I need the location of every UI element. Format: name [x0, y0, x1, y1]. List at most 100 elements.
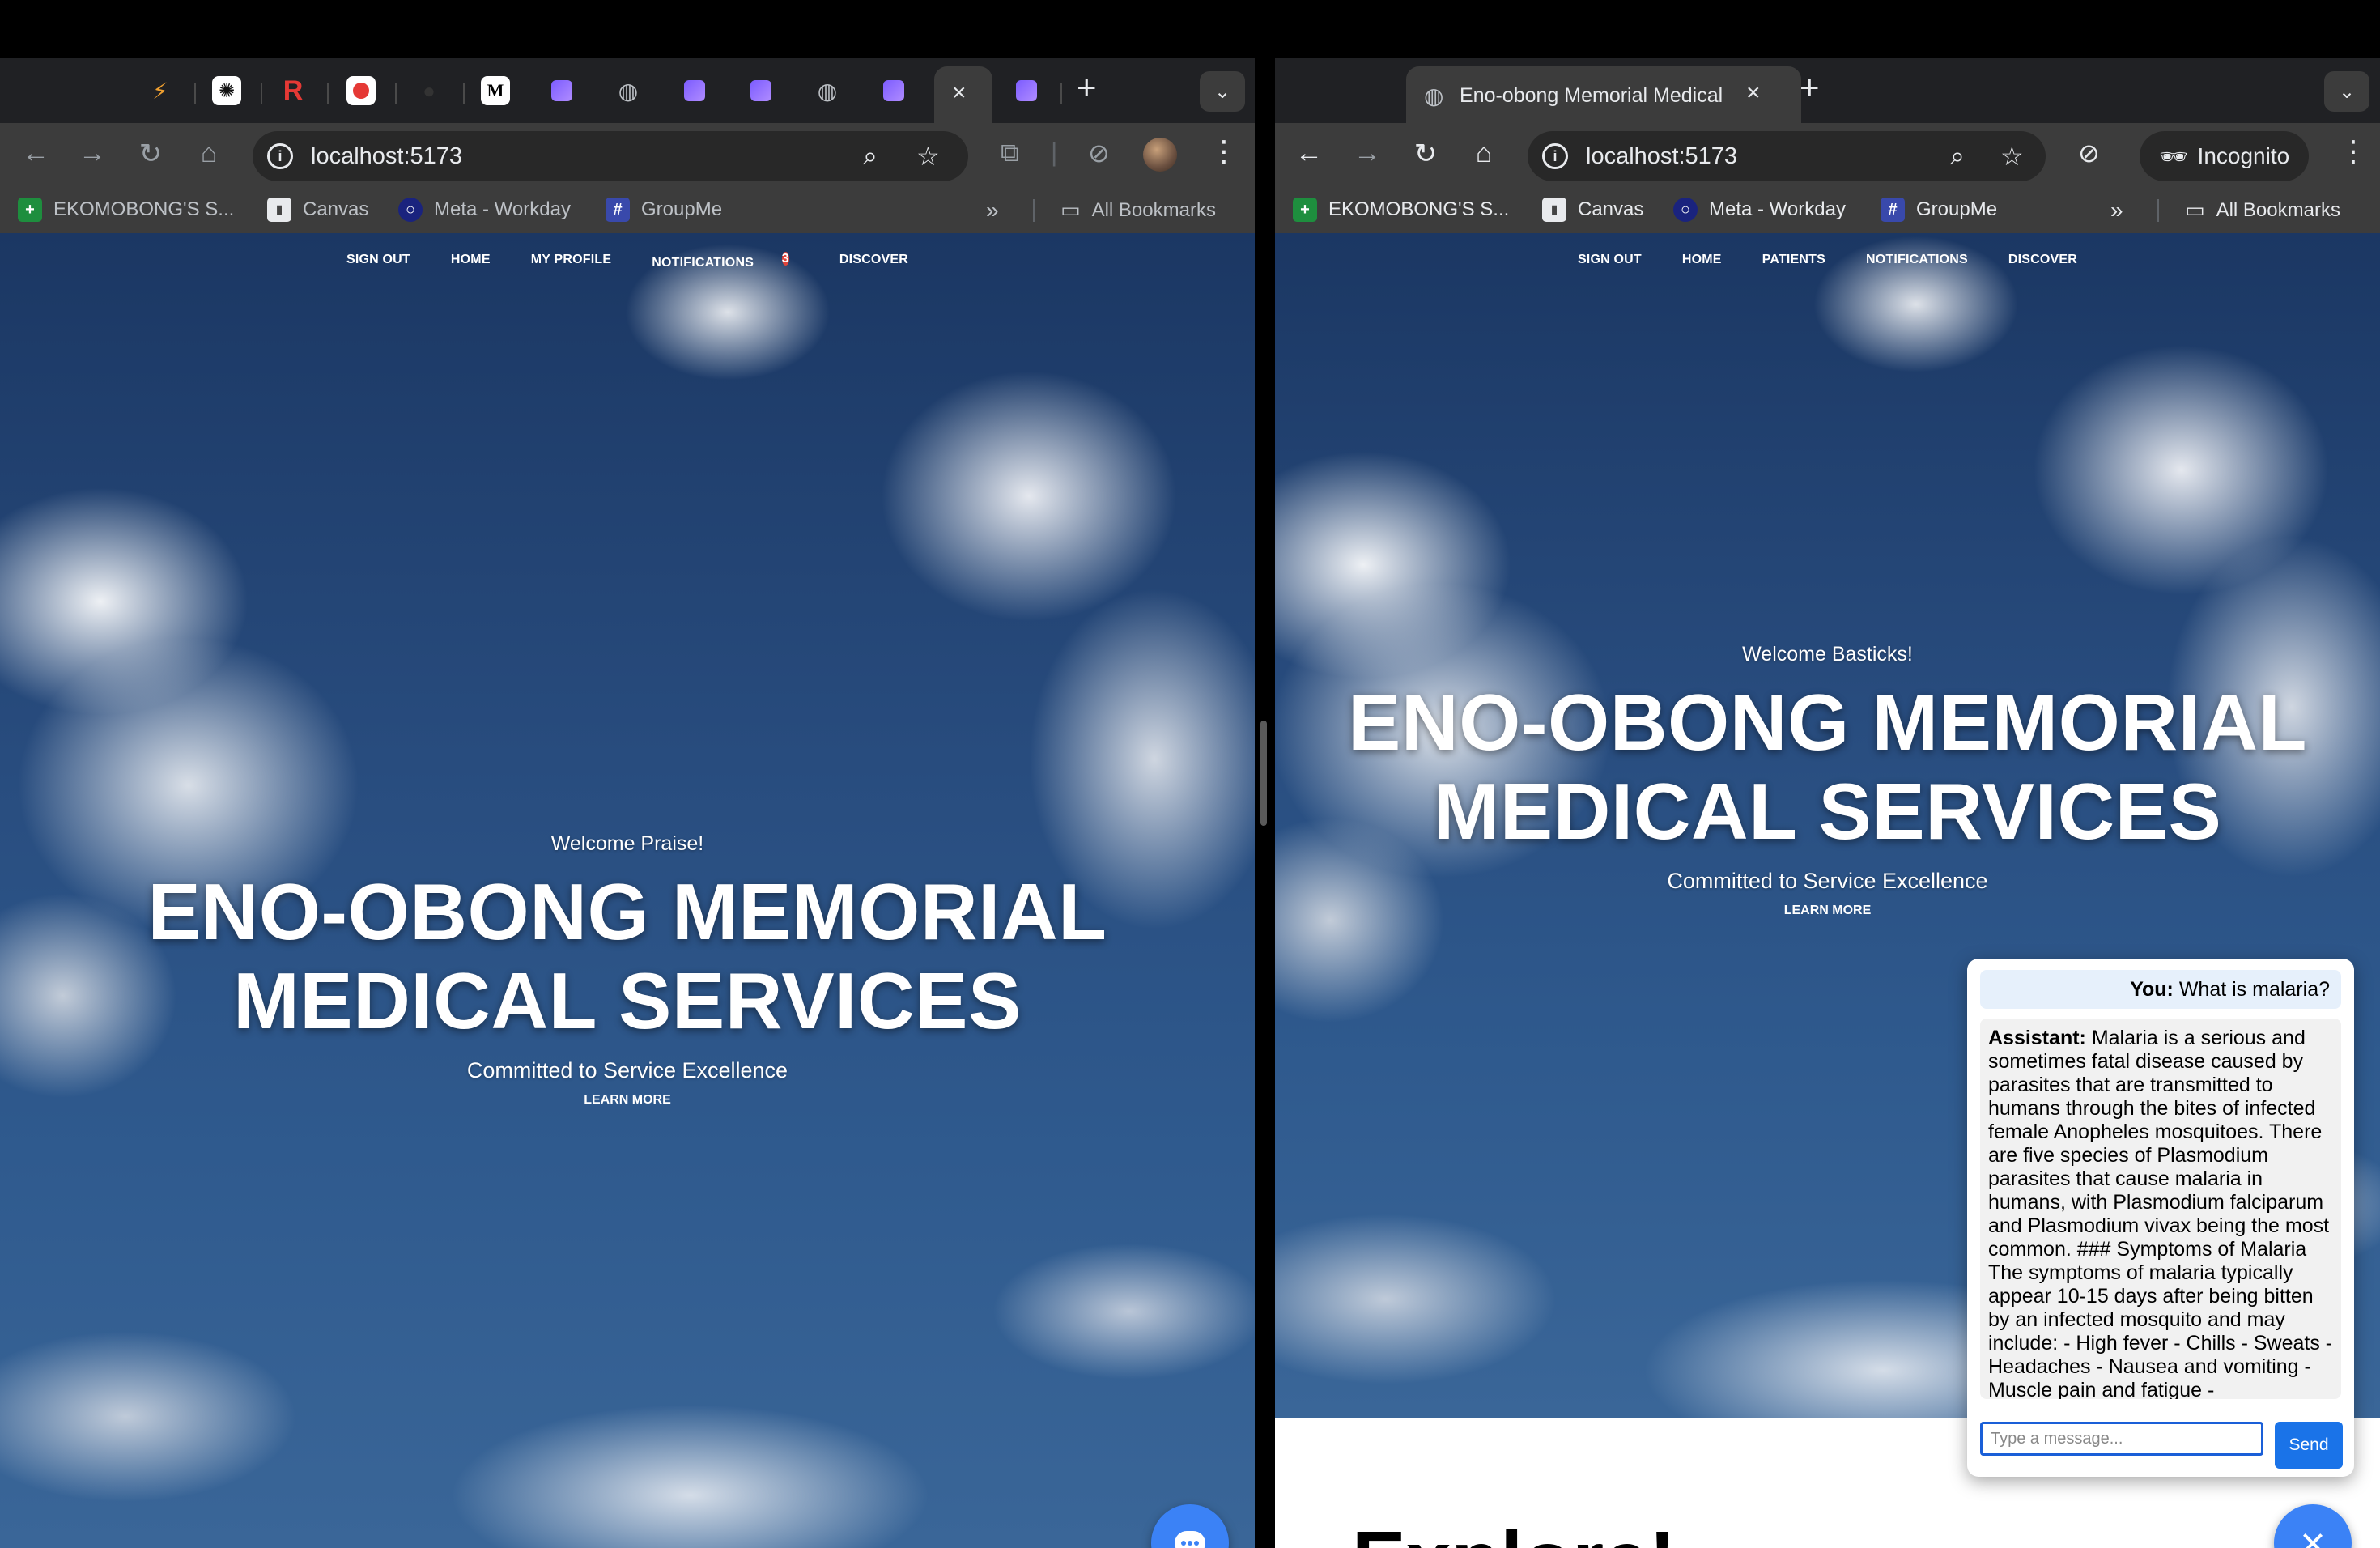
- learn-more-link[interactable]: LEARN MORE: [1275, 904, 2380, 918]
- bookmark-meta-workday[interactable]: ○ Meta - Workday: [398, 198, 571, 222]
- tab-favicon-globe-icon[interactable]: ◍: [813, 76, 842, 105]
- chat-panel: You: What is malaria? Assistant: Malaria…: [1967, 959, 2354, 1477]
- tab-favicon-record-icon[interactable]: [346, 76, 376, 105]
- bookmark-label: GroupMe: [1916, 198, 1998, 220]
- page-viewport: SIGN OUT HOME MY PROFILE NOTIFICATIONS 3…: [0, 233, 1255, 1548]
- close-icon[interactable]: ×: [1746, 79, 1761, 107]
- hero: Welcome Basticks! ENO-OBONG MEMORIAL MED…: [1275, 643, 2380, 918]
- chat-message-user: You: What is malaria?: [1980, 970, 2341, 1009]
- menu-kebab-icon[interactable]: ⋮: [1209, 134, 1239, 168]
- bookmark-star-icon[interactable]: ☆: [2000, 141, 2024, 172]
- bookmark-canvas[interactable]: ▮ Canvas: [267, 198, 368, 222]
- forward-arrow-icon[interactable]: →: [1349, 138, 1385, 169]
- all-bookmarks[interactable]: ▭ All Bookmarks: [2185, 198, 2340, 223]
- tab-favicon-openai-icon[interactable]: ✺: [212, 76, 241, 105]
- chat-message-assistant[interactable]: Assistant: Malaria is a serious and some…: [1980, 1019, 2341, 1399]
- bookmark-ekomobong[interactable]: + EKOMOBONG'S S...: [1293, 198, 1509, 222]
- all-bookmarks[interactable]: ▭ All Bookmarks: [1060, 198, 1216, 223]
- chat-message-input[interactable]: [1980, 1422, 2263, 1456]
- groupme-icon: #: [1881, 198, 1905, 222]
- tab-favicon-github-icon[interactable]: ●: [414, 76, 444, 105]
- tab-favicon-app-icon[interactable]: [547, 76, 576, 105]
- bookmark-groupme[interactable]: # GroupMe: [606, 198, 722, 222]
- extensions-puzzle-icon[interactable]: ⧉: [1001, 138, 1019, 168]
- learn-more-link[interactable]: LEARN MORE: [0, 1093, 1255, 1108]
- tab-strip: ◍ Eno-obong Memorial Medical Services × …: [1275, 58, 2380, 123]
- chat-user-text: What is malaria?: [2178, 978, 2330, 1001]
- toolbar: ← → ↻ ⌂ i localhost:5173 ⌕ ☆ ⧉ | ⊘ ⋮: [0, 123, 1255, 188]
- address-bar[interactable]: i localhost:5173 ⌕ ☆: [1528, 131, 2046, 181]
- split-resize-handle[interactable]: [1260, 721, 1267, 826]
- hero-title-line1: ENO-OBONG MEMORIAL: [1348, 678, 2307, 767]
- bookmark-ekomobong[interactable]: + EKOMOBONG'S S...: [18, 198, 234, 222]
- nav-discover[interactable]: DISCOVER: [2008, 253, 2077, 267]
- tab-favicon-app-icon[interactable]: [1012, 76, 1041, 105]
- active-tab[interactable]: ◍ Eno-obong Memorial Medical Services ×: [1406, 66, 1801, 123]
- sheets-icon: +: [18, 198, 42, 222]
- site-info-icon[interactable]: i: [267, 143, 293, 169]
- nav-notifications[interactable]: NOTIFICATIONS: [1866, 253, 1968, 267]
- performance-icon[interactable]: ⊘: [1088, 138, 1110, 168]
- nav-home[interactable]: HOME: [451, 253, 491, 274]
- chat-bubble-icon: [1175, 1531, 1205, 1548]
- incognito-indicator[interactable]: 🕶 Incognito: [2140, 131, 2310, 181]
- zoom-icon[interactable]: ⌕: [863, 141, 878, 172]
- reload-icon[interactable]: ↻: [1408, 138, 1443, 170]
- hero-title-line1: ENO-OBONG MEMORIAL: [147, 867, 1107, 956]
- bookmark-canvas[interactable]: ▮ Canvas: [1542, 198, 1643, 222]
- menu-kebab-icon[interactable]: ⋮: [2339, 134, 2368, 168]
- nav-home[interactable]: HOME: [1682, 253, 1722, 267]
- url-text[interactable]: localhost:5173: [1586, 143, 1737, 170]
- tab-favicon-medium-icon[interactable]: M: [481, 76, 510, 105]
- chat-assistant-text: Malaria is a serious and sometimes fatal…: [1988, 1027, 2333, 1399]
- nav-sign-out[interactable]: SIGN OUT: [346, 253, 410, 274]
- close-icon[interactable]: ×: [952, 79, 967, 107]
- close-icon: ×: [2300, 1519, 2326, 1548]
- nav-my-profile[interactable]: MY PROFILE: [531, 253, 612, 274]
- profile-avatar[interactable]: [1143, 138, 1177, 172]
- bookmarks-bar: + EKOMOBONG'S S... ▮ Canvas ○ Meta - Wor…: [0, 188, 1255, 233]
- bookmark-star-icon[interactable]: ☆: [916, 141, 940, 172]
- toolbar: ← → ↻ ⌂ i localhost:5173 ⌕ ☆ ⊘ 🕶 Incogni…: [1275, 123, 2380, 188]
- nav-sign-out[interactable]: SIGN OUT: [1578, 253, 1642, 267]
- notifications-badge: 3: [781, 252, 789, 266]
- bookmark-groupme[interactable]: # GroupMe: [1881, 198, 1997, 222]
- bookmarks-bar: + EKOMOBONG'S S... ▮ Canvas ○ Meta - Wor…: [1275, 188, 2380, 233]
- home-icon[interactable]: ⌂: [191, 138, 227, 169]
- new-tab-button[interactable]: +: [1077, 68, 1097, 107]
- nav-notifications[interactable]: NOTIFICATIONS 3: [652, 252, 789, 274]
- tab-favicon-app-icon[interactable]: [680, 76, 709, 105]
- forward-arrow-icon[interactable]: →: [74, 138, 110, 169]
- active-tab[interactable]: ×: [934, 66, 992, 123]
- tab-favicon-bolt-icon[interactable]: ⚡: [146, 76, 175, 105]
- tab-search-chevron-down-icon[interactable]: ⌄: [2324, 71, 2369, 112]
- home-icon[interactable]: ⌂: [1466, 138, 1502, 169]
- address-bar[interactable]: i localhost:5173 ⌕ ☆: [253, 131, 968, 181]
- tab-search-chevron-down-icon[interactable]: ⌄: [1200, 71, 1245, 112]
- hero-tagline: Committed to Service Excellence: [466, 1058, 788, 1082]
- nav-notifications-label: NOTIFICATIONS: [652, 256, 754, 270]
- nav-patients[interactable]: PATIENTS: [1762, 253, 1825, 267]
- hero-title-line2: MEDICAL SERVICES: [1433, 767, 2222, 856]
- welcome-text: Welcome Basticks!: [1742, 643, 1913, 666]
- tab-strip: ⚡ ✺ R ● M ◍ ◍ × + ⌄: [0, 58, 1255, 123]
- bookmark-label: EKOMOBONG'S S...: [1328, 198, 1510, 220]
- performance-icon[interactable]: ⊘: [2078, 138, 2100, 168]
- chat-send-button[interactable]: Send: [2275, 1422, 2343, 1469]
- back-arrow-icon[interactable]: ←: [1291, 138, 1327, 169]
- tab-favicon-app-icon[interactable]: [879, 76, 908, 105]
- reload-icon[interactable]: ↻: [133, 138, 168, 170]
- bookmarks-overflow-icon[interactable]: »: [986, 198, 999, 223]
- tab-favicon-app-icon[interactable]: [746, 76, 776, 105]
- tab-favicon-globe-icon[interactable]: ◍: [614, 76, 643, 105]
- nav-discover[interactable]: DISCOVER: [839, 253, 908, 274]
- bookmarks-overflow-icon[interactable]: »: [2110, 198, 2123, 223]
- zoom-icon[interactable]: ⌕: [1950, 141, 1965, 172]
- site-info-icon[interactable]: i: [1542, 143, 1568, 169]
- tab-favicon-r-icon[interactable]: R: [278, 75, 308, 106]
- back-arrow-icon[interactable]: ←: [18, 138, 53, 169]
- bookmark-meta-workday[interactable]: ○ Meta - Workday: [1673, 198, 1846, 222]
- url-text[interactable]: localhost:5173: [311, 143, 462, 170]
- bookmarks-separator: [2157, 199, 2159, 222]
- new-tab-button[interactable]: +: [1800, 68, 1820, 107]
